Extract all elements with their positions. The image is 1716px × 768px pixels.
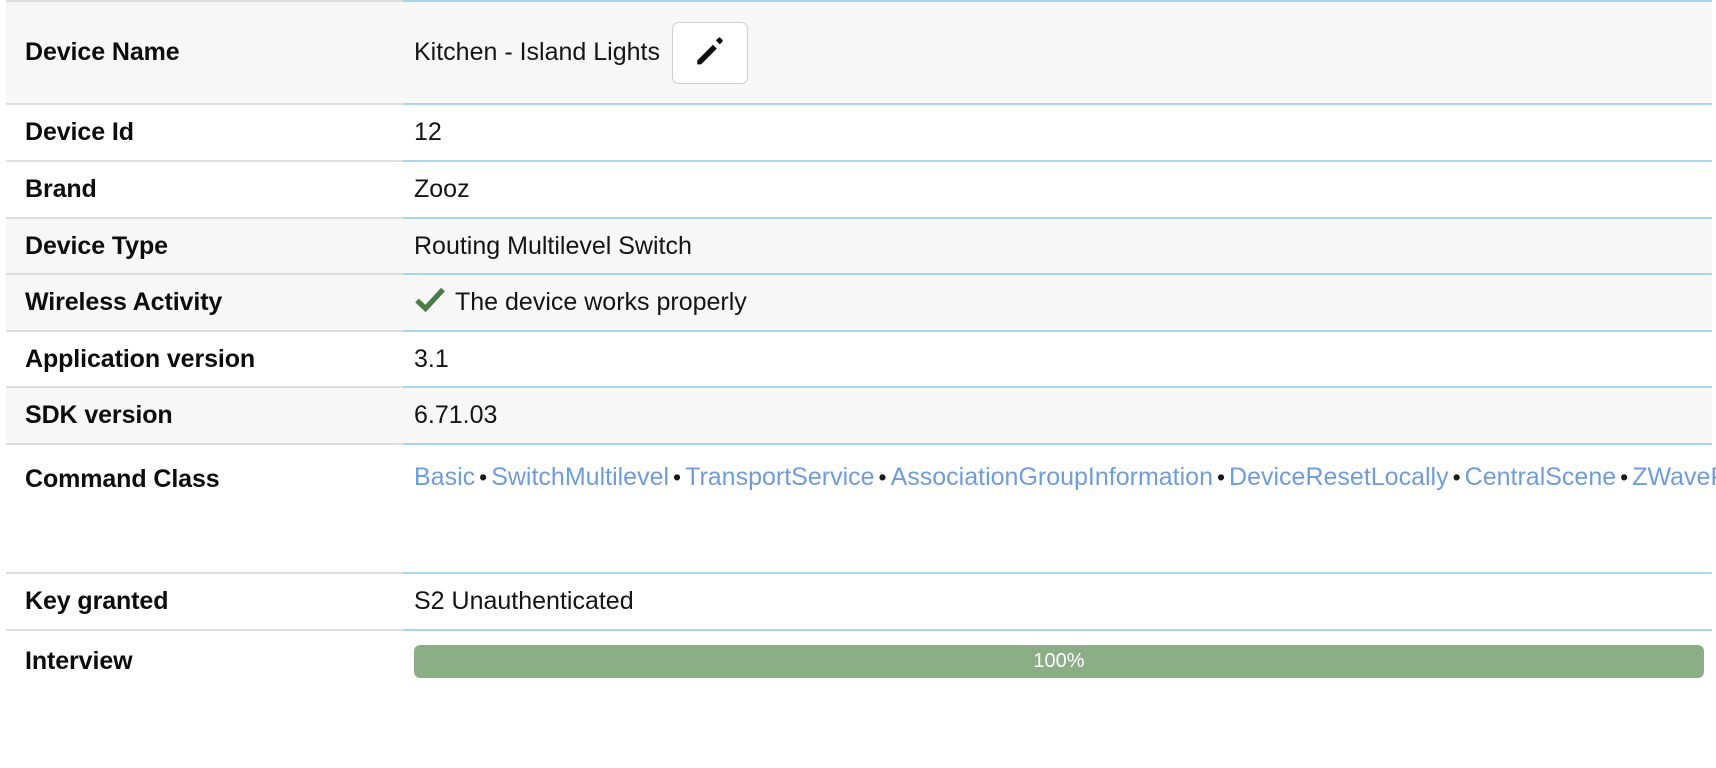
- command-class-link[interactable]: Basic: [414, 463, 475, 491]
- command-class-separator: •: [475, 464, 491, 490]
- interview-progress-fill: 100%: [414, 645, 1704, 678]
- row-label-device-name: Device Name: [6, 0, 403, 103]
- edit-device-name-button[interactable]: [672, 22, 748, 84]
- row-label-brand: Brand: [6, 160, 403, 217]
- row-value-command-class: Basic•SwitchMultilevel•TransportService•…: [403, 443, 1712, 572]
- table-row-sdk-version: SDK version 6.71.03: [6, 386, 1712, 443]
- table-row-key-granted: Key granted S2 Unauthenticated: [6, 572, 1712, 629]
- pencil-icon: [693, 36, 727, 70]
- row-value-interview: 100%: [403, 629, 1712, 691]
- interview-progress-label: 100%: [1033, 650, 1084, 673]
- command-class-link[interactable]: AssociationGroupInformation: [891, 463, 1213, 491]
- row-label-command-class: Command Class: [6, 443, 403, 572]
- row-label-interview: Interview: [6, 629, 403, 691]
- table-row-command-class: Command Class Basic•SwitchMultilevel•Tra…: [6, 443, 1712, 572]
- row-label-device-type: Device Type: [6, 217, 403, 273]
- command-class-link[interactable]: SwitchMultilevel: [491, 463, 669, 491]
- command-class-separator: •: [1213, 464, 1229, 490]
- row-label-wireless-activity: Wireless Activity: [6, 273, 403, 330]
- wireless-status: The device works properly: [414, 285, 747, 320]
- row-value-application-version: 3.1: [403, 330, 1712, 386]
- command-class-link[interactable]: DeviceResetLocally: [1229, 463, 1449, 491]
- command-class-separator: •: [669, 464, 685, 490]
- table-row-application-version: Application version 3.1: [6, 330, 1712, 386]
- row-value-key-granted: S2 Unauthenticated: [403, 572, 1712, 629]
- row-value-device-id: 12: [403, 103, 1712, 160]
- command-class-separator: •: [875, 464, 891, 490]
- row-value-device-name: Kitchen - Island Lights: [403, 0, 1712, 103]
- table-row-brand: Brand Zooz: [6, 160, 1712, 217]
- table-row-device-id: Device Id 12: [6, 103, 1712, 160]
- row-value-wireless-activity: The device works properly: [403, 273, 1712, 330]
- command-class-list: Basic•SwitchMultilevel•TransportService•…: [414, 459, 1694, 495]
- device-name-wrap: Kitchen - Island Lights: [414, 22, 748, 84]
- device-detail-table: Device Name Kitchen - Island Lights Devi…: [0, 0, 1716, 691]
- table-row-device-type: Device Type Routing Multilevel Switch: [6, 217, 1712, 273]
- row-value-brand: Zooz: [403, 160, 1712, 217]
- command-class-separator: •: [1616, 464, 1632, 490]
- row-value-device-type: Routing Multilevel Switch: [403, 217, 1712, 273]
- row-label-application-version: Application version: [6, 330, 403, 386]
- interview-progress-bar: 100%: [414, 645, 1704, 678]
- table-row-wireless-activity: Wireless Activity The device works prope…: [6, 273, 1712, 330]
- command-class-link[interactable]: TransportService: [685, 463, 874, 491]
- row-value-sdk-version: 6.71.03: [403, 386, 1712, 443]
- row-label-device-id: Device Id: [6, 103, 403, 160]
- check-icon: [414, 287, 446, 320]
- device-name-text: Kitchen - Island Lights: [414, 38, 672, 67]
- wireless-status-text: The device works properly: [455, 288, 747, 317]
- command-class-link[interactable]: ZWavePlusInfo: [1632, 463, 1716, 491]
- command-class-link[interactable]: CentralScene: [1465, 463, 1616, 491]
- table-row-interview: Interview 100%: [6, 629, 1712, 691]
- row-label-sdk-version: SDK version: [6, 386, 403, 443]
- row-label-key-granted: Key granted: [6, 572, 403, 629]
- table-row-device-name: Device Name Kitchen - Island Lights: [6, 0, 1712, 103]
- command-class-separator: •: [1449, 464, 1465, 490]
